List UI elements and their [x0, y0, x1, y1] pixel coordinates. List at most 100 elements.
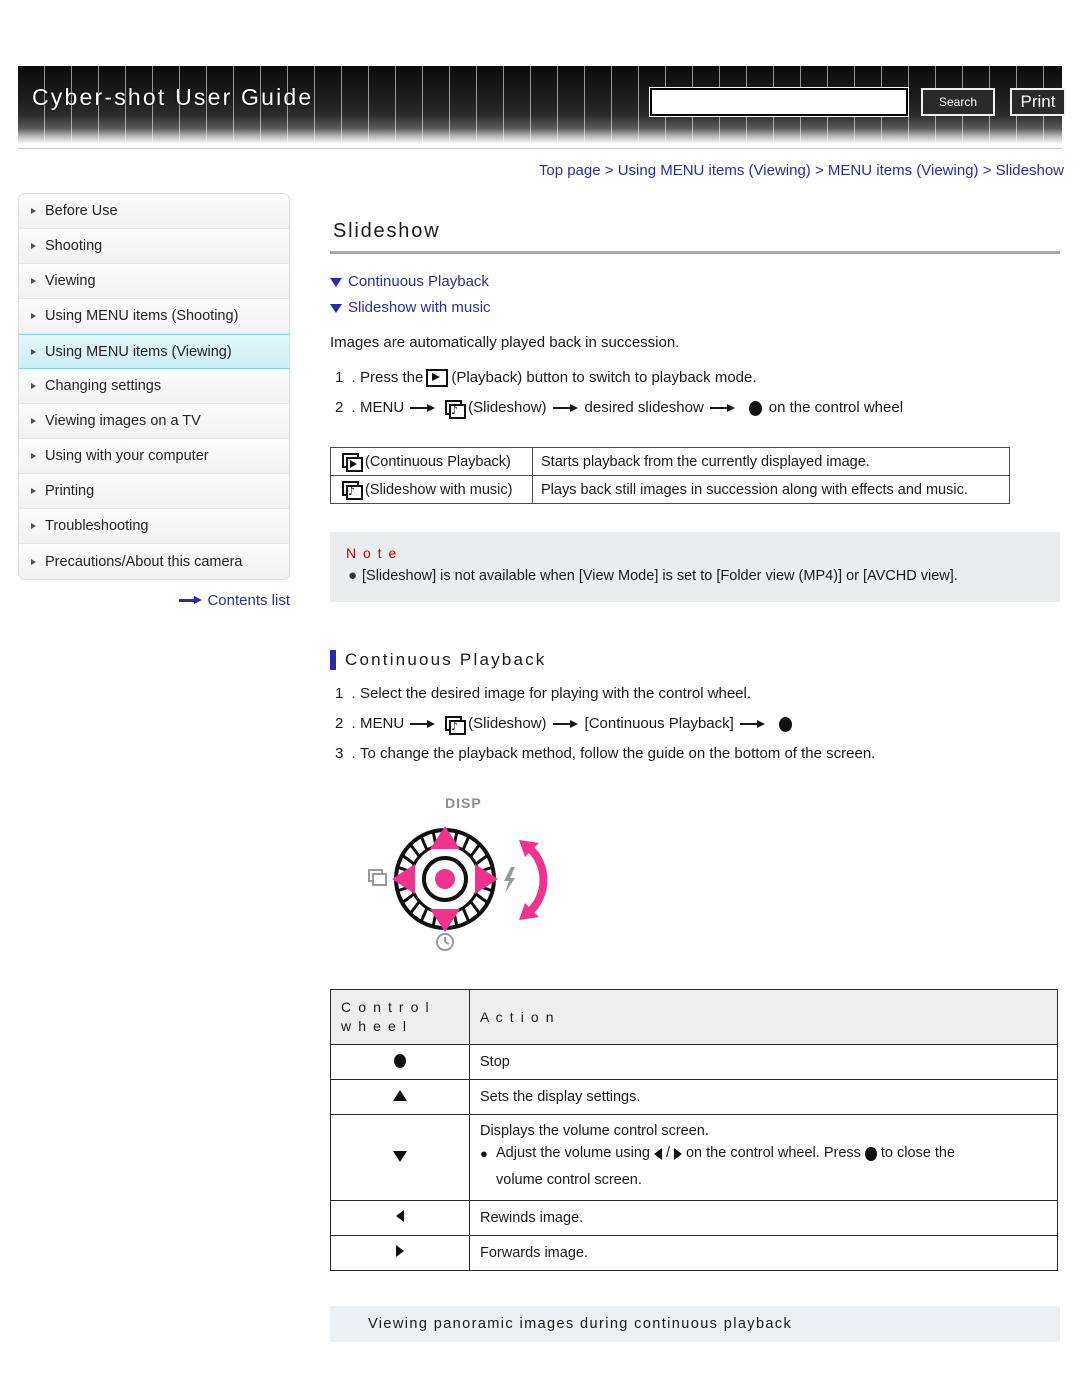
- step-text: (Playback) button to switch to playback …: [451, 369, 757, 386]
- triangle-down-icon: [330, 277, 342, 287]
- left-triangle-icon: [396, 1210, 404, 1222]
- sidebar-item-using-menu-items-viewing[interactable]: Using MENU items (Viewing): [19, 334, 289, 369]
- header-control-line2: w h e e l: [341, 1018, 408, 1034]
- note-text: [Slideshow] is not available when [View …: [362, 568, 958, 584]
- sidebar-item-using-with-your-computer[interactable]: Using with your computer: [19, 439, 289, 474]
- control-wheel-diagram: DISP: [368, 795, 548, 951]
- intro-paragraph: Images are automatically played back in …: [330, 334, 680, 351]
- print-button[interactable]: Print: [1010, 88, 1066, 116]
- sidebar-item-label: Shooting: [45, 238, 103, 254]
- step-text: Select the desired image for playing wit…: [360, 685, 752, 702]
- breadcrumb: Top page > Using MENU items (Viewing) > …: [539, 162, 1064, 179]
- bullet-icon: ●: [480, 1146, 488, 1161]
- up-triangle-icon: [393, 1090, 407, 1101]
- sidebar-item-troubleshooting[interactable]: Troubleshooting: [19, 509, 289, 544]
- step-item: 1 . Select the desired image for playing…: [330, 679, 1060, 709]
- anchor-slideshow-with-music[interactable]: Slideshow with music: [330, 295, 1060, 321]
- chevron-right-icon: [31, 488, 36, 494]
- note-item: ● [Slideshow] is not available when [Vie…: [346, 566, 1044, 586]
- mode-label: (Continuous Playback): [365, 453, 511, 470]
- sidebar-item-label: Before Use: [45, 203, 118, 219]
- center-button-dot: [435, 869, 455, 889]
- sub-pre: Adjust the volume using: [496, 1145, 650, 1161]
- step-text: [Continuous Playback]: [584, 715, 734, 732]
- sidebar-item-label: Viewing: [45, 273, 96, 289]
- arrow-right-icon: [709, 403, 736, 413]
- search-input[interactable]: [650, 88, 908, 116]
- action-text: Displays the volume control screen.: [480, 1123, 709, 1139]
- note-title: N o t e: [346, 545, 398, 561]
- subsection-bar: Viewing panoramic images during continuo…: [330, 1306, 1060, 1342]
- chevron-right-icon: [31, 278, 36, 284]
- table-header-row: C o n t r o l w h e e l A c t i o n: [330, 989, 1058, 1045]
- breadcrumb-item-slideshow[interactable]: Slideshow: [996, 162, 1064, 179]
- mode-desc-cell: Starts playback from the currently displ…: [532, 447, 1010, 476]
- self-timer-icon: [436, 933, 454, 951]
- center-button-icon: [778, 716, 792, 732]
- continuous-playback-icon: [342, 453, 363, 472]
- step-body: MENU ♪ (Slideshow) desired slideshow on …: [360, 393, 903, 423]
- bullet-icon: ●: [348, 567, 358, 584]
- sidebar-item-label: Troubleshooting: [45, 518, 149, 534]
- table-row: Forwards image.: [330, 1235, 1058, 1271]
- arrow-right-icon: [179, 596, 203, 604]
- step-text: (Slideshow): [468, 399, 547, 416]
- rotate-arrow-icon: [519, 840, 548, 920]
- step-item: 2 . MENU ♪ (Slideshow) desired slideshow…: [330, 393, 1060, 423]
- action-sub-text: Adjust the volume using / on the control…: [496, 1142, 1047, 1192]
- sub-tail: to close the: [880, 1145, 956, 1161]
- sidebar-item-label: Precautions/About this camera: [45, 553, 243, 570]
- breadcrumb-item-using-menu-viewing[interactable]: Using MENU items (Viewing): [618, 162, 811, 179]
- table-row: ♪ (Slideshow with music) Plays back stil…: [330, 475, 1010, 504]
- sidebar-item-shooting[interactable]: Shooting: [19, 229, 289, 264]
- sidebar-item-precautions-about-this-camera[interactable]: Precautions/About this camera: [19, 544, 289, 579]
- step-body: Press the (Playback) button to switch to…: [360, 363, 757, 393]
- mode-label: (Slideshow with music): [365, 481, 513, 498]
- sidebar-item-label: Using MENU items (Shooting): [45, 308, 239, 324]
- chevron-right-icon: [31, 418, 36, 424]
- slideshow-music-icon: ♪: [342, 481, 363, 500]
- action-cell: Rewinds image.: [469, 1200, 1058, 1236]
- chevron-right-icon: [31, 453, 36, 459]
- contents-list-label: Contents list: [207, 592, 290, 609]
- page-title: Slideshow: [333, 220, 441, 242]
- sidebar-item-label: Using with your computer: [45, 448, 209, 464]
- step-text: Press the: [360, 369, 424, 386]
- mode-icon-cell: (Continuous Playback): [330, 447, 533, 476]
- slideshow-mode-table: (Continuous Playback) Starts playback fr…: [330, 447, 1010, 504]
- sidebar-item-viewing[interactable]: Viewing: [19, 264, 289, 299]
- step-item: 1 . Press the (Playback) button to switc…: [330, 363, 1060, 393]
- action-cell: Sets the display settings.: [469, 1079, 1058, 1115]
- breadcrumb-separator: >: [604, 162, 614, 179]
- chevron-right-icon: [31, 243, 36, 249]
- table-row: Displays the volume control screen. ● Ad…: [330, 1114, 1058, 1201]
- step-text: (Slideshow): [468, 715, 547, 732]
- sidebar-item-changing-settings[interactable]: Changing settings: [19, 369, 289, 404]
- sub-mid: /: [665, 1145, 670, 1161]
- slideshow-music-icon: ♪: [445, 715, 467, 735]
- right-triangle-icon: [396, 1245, 404, 1257]
- step-number: 1 .: [335, 369, 358, 386]
- contents-list-link[interactable]: Contents list: [18, 592, 290, 609]
- sidebar-item-label: Printing: [45, 483, 95, 499]
- sidebar-item-viewing-images-on-a-tv[interactable]: Viewing images on a TV: [19, 404, 289, 439]
- step-number: 2 .: [335, 399, 358, 416]
- chevron-right-icon: [31, 383, 36, 389]
- sidebar-item-using-menu-items-shooting[interactable]: Using MENU items (Shooting): [19, 299, 289, 334]
- breadcrumb-item-menu-items-viewing[interactable]: MENU items (Viewing): [828, 162, 979, 179]
- sidebar-item-before-use[interactable]: Before Use: [19, 194, 289, 229]
- sub-post: on the control wheel. Press: [685, 1145, 861, 1161]
- right-triangle-icon: [673, 1147, 682, 1160]
- title-divider: [330, 251, 1060, 254]
- anchor-continuous-playback[interactable]: Continuous Playback: [330, 269, 1060, 295]
- sidebar-item-label: Changing settings: [45, 378, 162, 394]
- step-text: MENU: [360, 399, 405, 416]
- step-body: MENU ♪ (Slideshow) [Continuous Playback]: [360, 709, 799, 739]
- sidebar-nav: Before Use Shooting Viewing Using MENU i…: [18, 193, 290, 580]
- search-button[interactable]: Search: [921, 88, 995, 116]
- breadcrumb-item-top[interactable]: Top page: [539, 162, 601, 179]
- sidebar-item-printing[interactable]: Printing: [19, 474, 289, 509]
- chevron-right-icon: [31, 523, 36, 529]
- step-text: To change the playback method, follow th…: [360, 745, 876, 762]
- arrow-right-icon: [552, 719, 579, 729]
